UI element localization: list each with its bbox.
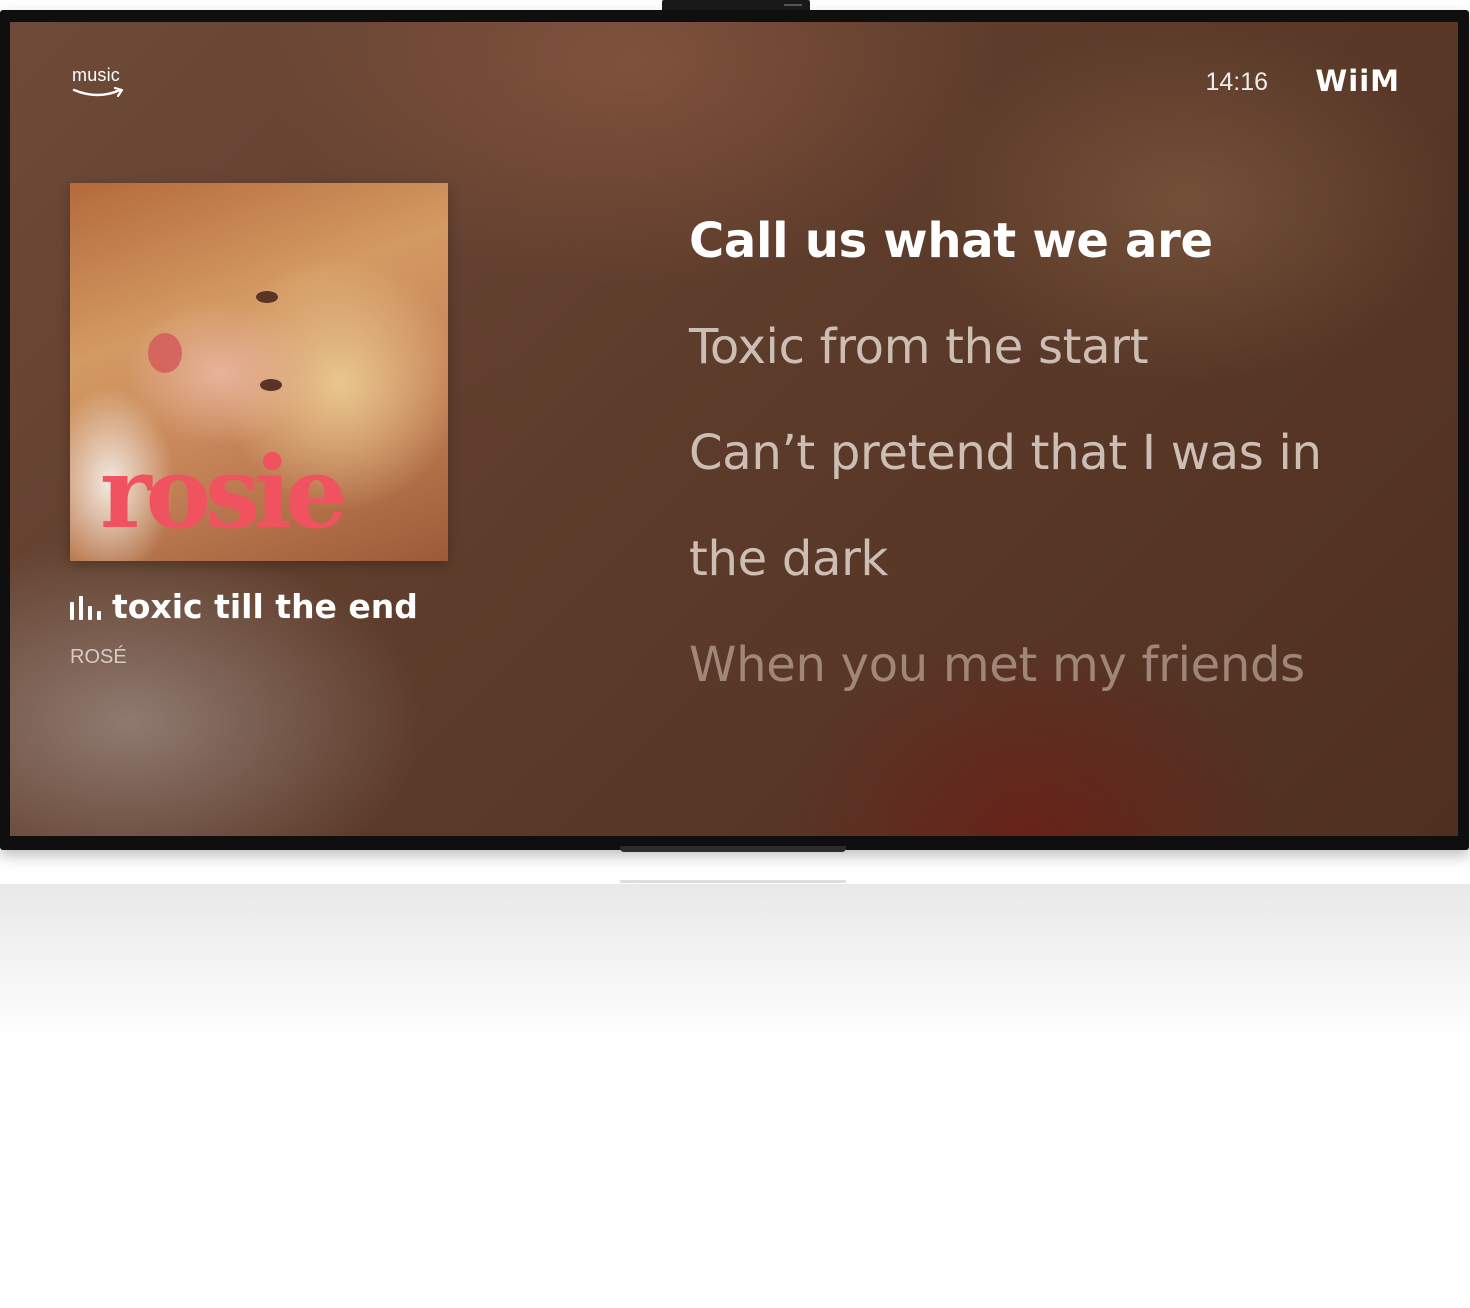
tv-screen: music 14:16 WiiM rosie toxic till the en… [10,22,1458,836]
amazon-music-logo: music [72,66,132,102]
floor-reflection [0,884,1470,1044]
amazon-music-logo-text: music [72,65,121,85]
wiim-logo: WiiM [1315,64,1400,98]
tv-scene: music 14:16 WiiM rosie toxic till the en… [0,0,1470,1308]
lyric-line: Toxic from the start [689,319,1149,375]
tv-stand [620,846,846,852]
lyrics-panel: Call us what we are Toxic from the start… [689,188,1429,718]
lyric-line: the dark [689,531,889,587]
smile-arrow-icon [72,86,124,98]
stand-reflection [620,880,846,883]
lyric-line: Can’t pretend that I was in [689,425,1322,481]
artist-name: ROSÉ [70,646,127,668]
clock: 14:16 [1205,68,1268,96]
lyric-line-current: Call us what we are [689,213,1213,269]
album-art-lips [148,333,182,373]
track-title: toxic till the end [112,587,418,626]
now-playing: toxic till the end [70,586,630,630]
equalizer-bars-icon [70,596,102,620]
lyric-line-upcoming: When you met my friends [689,637,1305,693]
album-art-title: rosie [100,436,348,551]
album-art-eye [256,291,278,303]
album-art-eye [260,379,282,391]
album-art[interactable]: rosie [70,183,448,561]
